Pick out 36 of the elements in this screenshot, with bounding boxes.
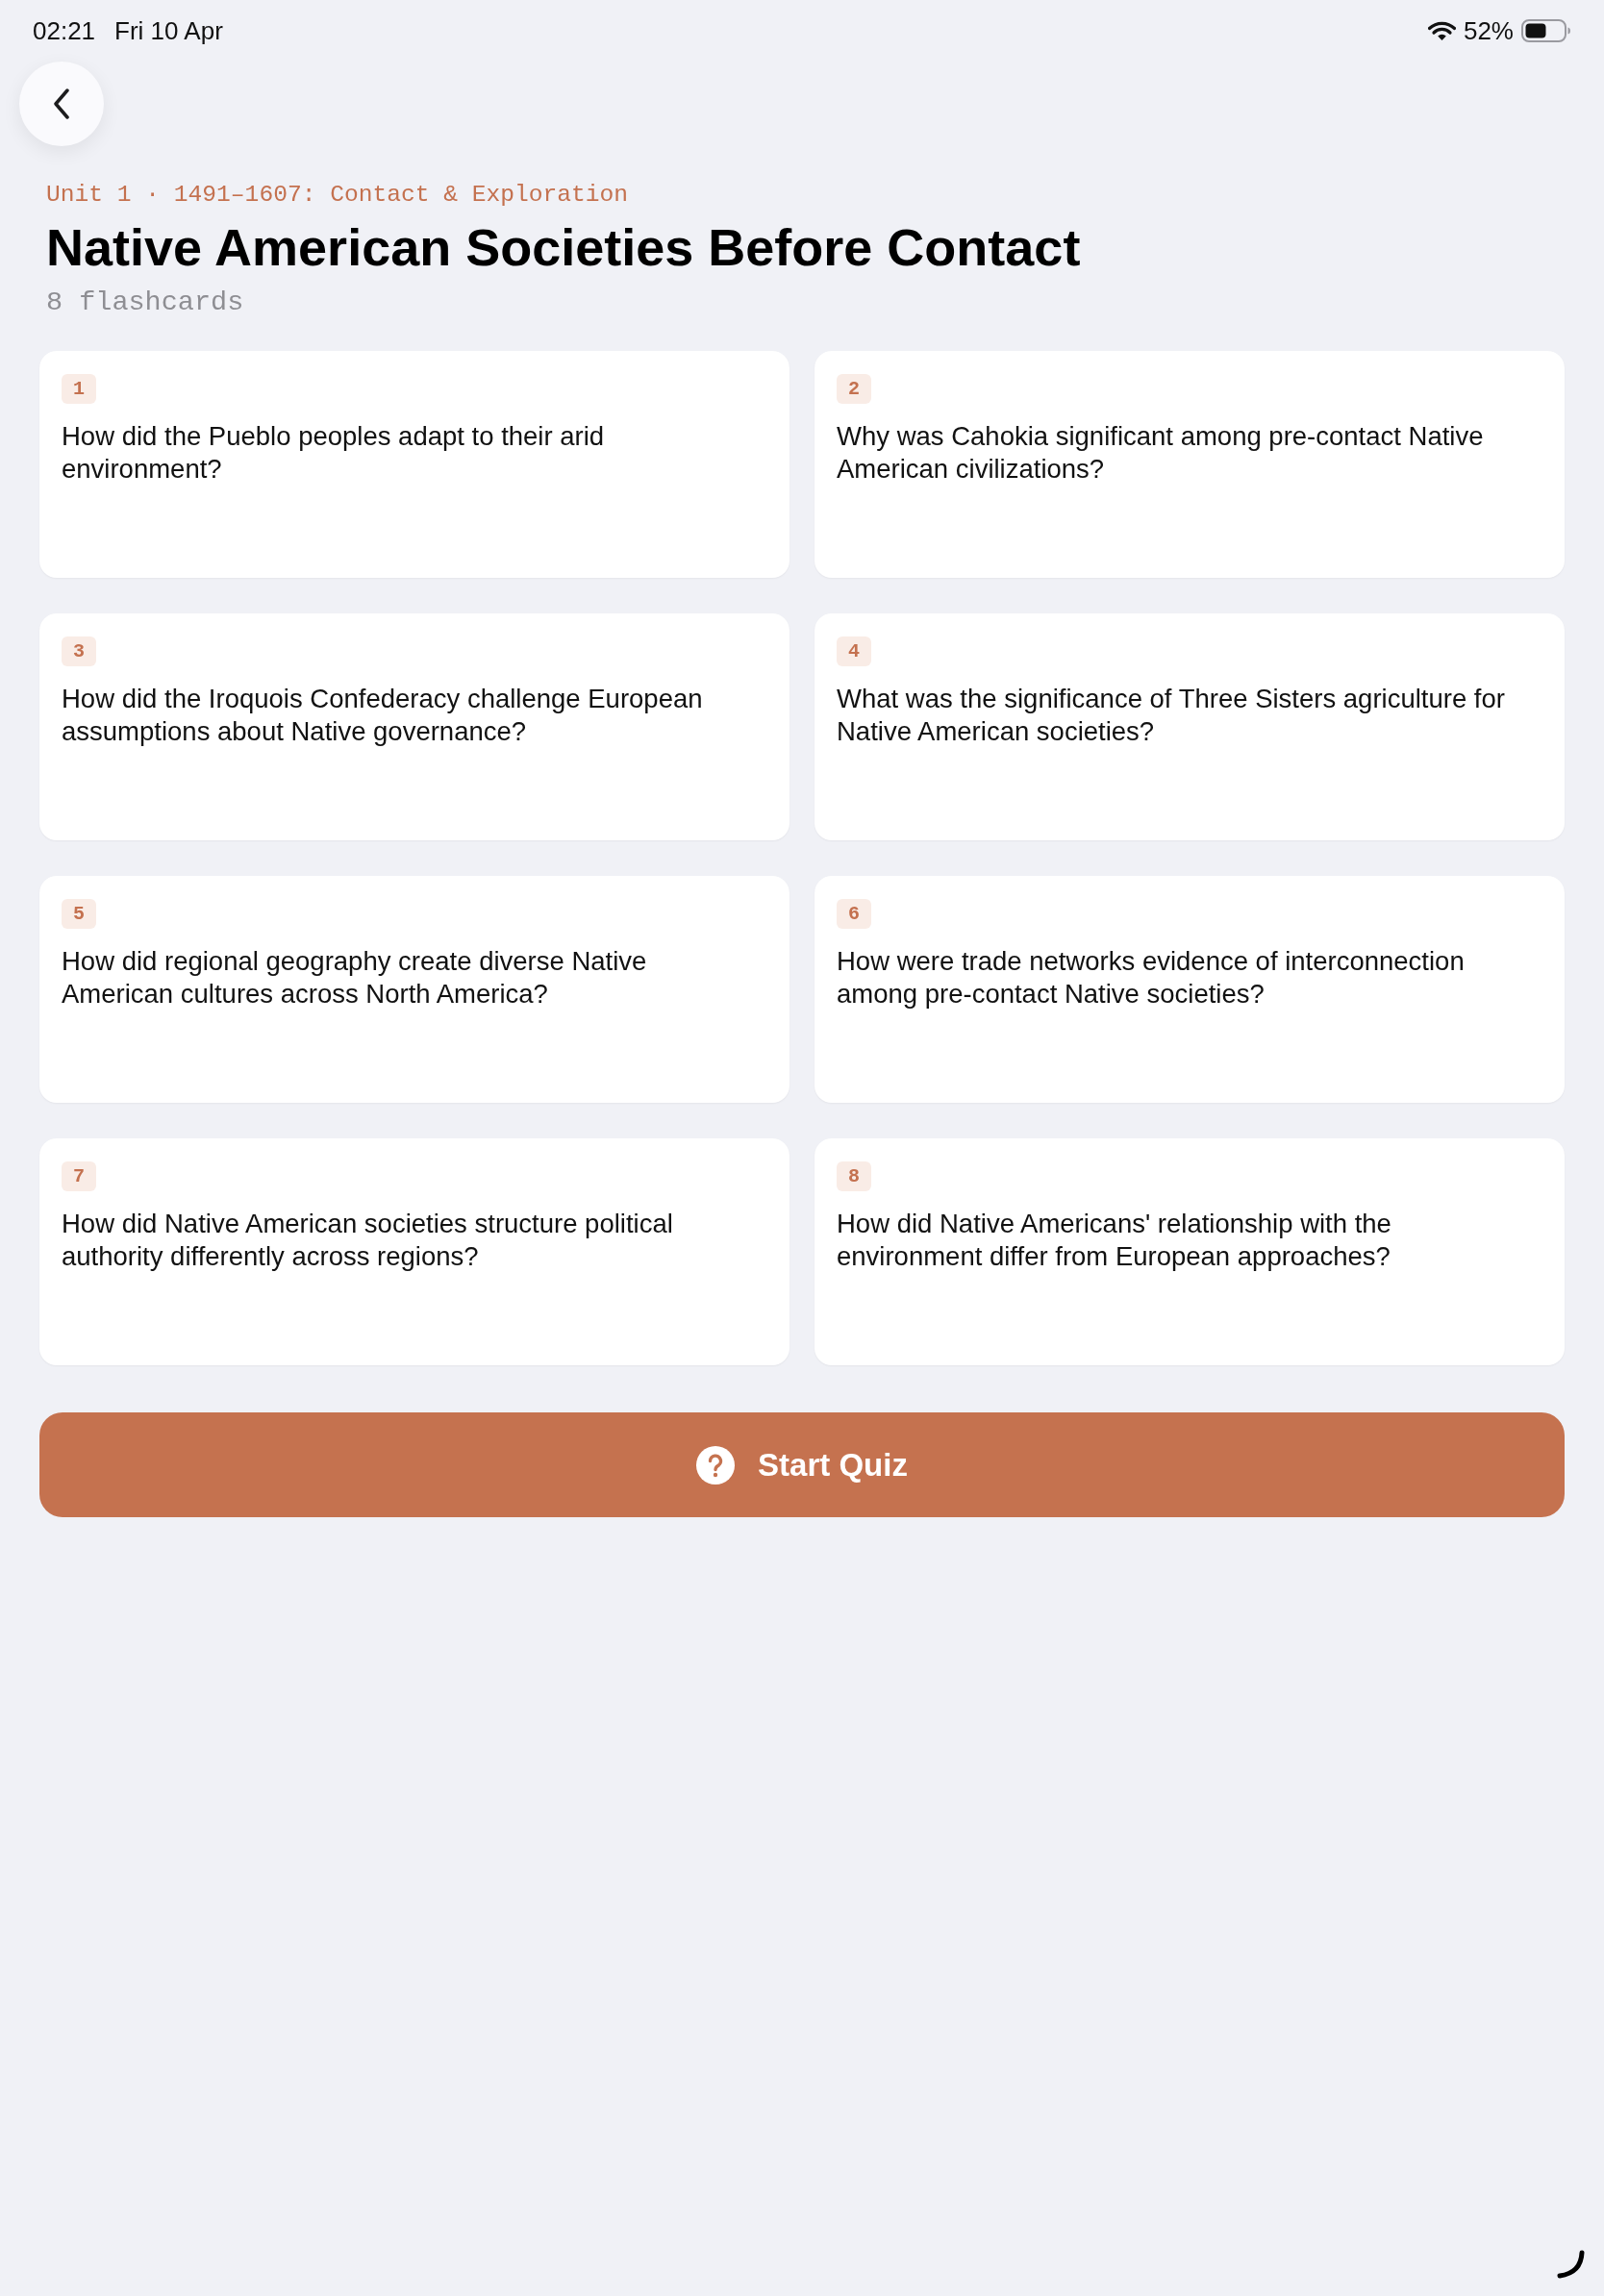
card-number: 8 <box>837 1161 871 1191</box>
card-number: 1 <box>62 374 96 404</box>
card-number: 4 <box>837 636 871 666</box>
status-time: 02:21 <box>33 14 96 47</box>
card-number: 7 <box>62 1161 96 1191</box>
flashcard-count: 8 flashcards <box>46 287 244 319</box>
question-text: How did Native Americans' relationship with the environment differ from European approaches? <box>837 1208 1392 1273</box>
question-circle-icon <box>696 1445 736 1485</box>
flashcard[interactable]: 8 How did Native Americans' relationship with the environment differ from European approaches? <box>815 1138 1565 1365</box>
flashcard[interactable]: 3 How did the Iroquois Confederacy challenge European assumptions about Native governance? <box>39 613 789 840</box>
card-number: 3 <box>62 636 96 666</box>
flashcard[interactable]: 7 How did Native American societies structure political authority differently across regions? <box>39 1138 789 1365</box>
question-text: Why was Cahokia significant among pre-contact Native American civilizations? <box>837 420 1485 486</box>
unit-breadcrumb: Unit 1 · 1491–1607: Contact & Exploration <box>46 181 629 210</box>
card-number: 5 <box>62 899 96 929</box>
card-number: 6 <box>837 899 871 929</box>
flashcard[interactable]: 5 How did regional geography create diverse Native American cultures across North America? <box>39 876 789 1103</box>
start-quiz-button[interactable]: Start Quiz <box>39 1412 1565 1517</box>
page-title: Native American Societies Before Contact <box>46 217 1081 277</box>
question-text: How were trade networks evidence of interconnection among pre-contact Native societies? <box>837 945 1466 1011</box>
flashcard[interactable]: 1 How did the Pueblo peoples adapt to their arid environment? <box>39 351 789 578</box>
wifi-icon <box>1427 20 1456 41</box>
flashcard[interactable]: 6 How were trade networks evidence of interconnection among pre-contact Native societies? <box>815 876 1565 1103</box>
question-text: How did regional geography create diverse Native American cultures across North America? <box>62 945 648 1011</box>
card-number: 2 <box>837 374 871 404</box>
question-text: How did the Pueblo peoples adapt to their arid environment? <box>62 420 606 486</box>
status-date: Fri 10 Apr <box>114 14 223 47</box>
question-text: How did the Iroquois Confederacy challenge European assumptions about Native governance? <box>62 683 704 748</box>
question-text: What was the significance of Three Sisters agriculture for Native American societies? <box>837 683 1506 748</box>
flashcard[interactable]: 4 What was the significance of Three Sisters agriculture for Native American societies? <box>815 613 1565 840</box>
curved-stroke-icon <box>1556 2250 1585 2279</box>
question-text: How did Native American societies structure political authority differently across regions? <box>62 1208 674 1273</box>
chevron-left-icon <box>53 88 70 119</box>
battery-percentage: 52% <box>1463 14 1514 47</box>
flashcard[interactable]: 2 Why was Cahokia significant among pre-contact Native American civilizations? <box>815 351 1565 578</box>
battery-icon <box>1521 19 1571 42</box>
